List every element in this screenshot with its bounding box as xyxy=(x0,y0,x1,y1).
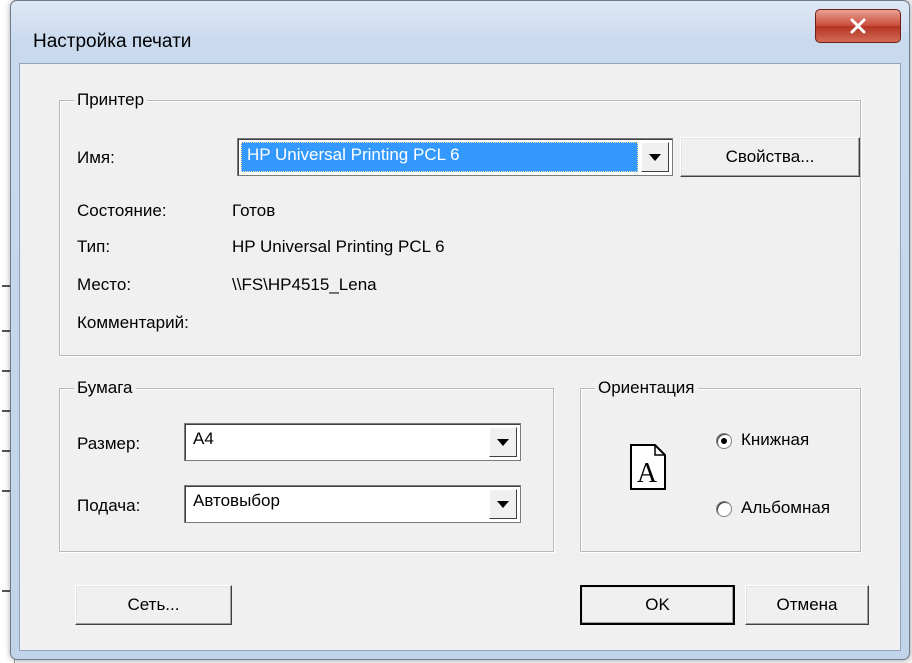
background-text-fragment xyxy=(2,370,10,372)
printer-type-label: Тип: xyxy=(77,237,111,256)
paper-size-dropdown-button[interactable] xyxy=(489,427,517,457)
radio-selected-dot xyxy=(721,438,727,444)
printer-type-value: HP Universal Printing PCL 6 xyxy=(232,237,445,256)
paper-size-select[interactable]: A4 xyxy=(184,423,521,461)
printer-location-value: \\FS\HP4515_Lena xyxy=(232,275,377,294)
network-button[interactable]: Сеть... xyxy=(75,585,232,625)
chevron-down-icon xyxy=(649,153,661,161)
portrait-label[interactable]: Книжная xyxy=(741,430,809,450)
landscape-radio[interactable] xyxy=(716,501,732,517)
paper-group-legend: Бумага xyxy=(74,377,136,399)
printer-group: Принтер Имя: HP Universal Printing PCL 6… xyxy=(59,89,861,356)
printer-location-label: Место: xyxy=(77,275,132,294)
paper-size-value: A4 xyxy=(193,429,214,448)
printer-name-dropdown-button[interactable] xyxy=(641,142,669,172)
printer-status-value: Готов xyxy=(232,201,276,220)
close-button[interactable] xyxy=(815,9,901,43)
printer-comment-label: Комментарий: xyxy=(77,313,189,332)
orientation-group: Ориентация A Книжная Альбомная xyxy=(580,377,861,552)
background-text-fragment xyxy=(2,450,10,452)
landscape-label[interactable]: Альбомная xyxy=(741,498,830,518)
orientation-group-legend: Ориентация xyxy=(595,377,698,399)
background-text-fragment xyxy=(2,285,10,287)
printer-name-select[interactable]: HP Universal Printing PCL 6 xyxy=(237,138,673,176)
chevron-down-icon xyxy=(497,500,509,508)
print-setup-dialog: Настройка печати Принтер Имя: HP Univers… xyxy=(10,0,910,660)
printer-group-legend: Принтер xyxy=(74,89,148,111)
paper-group: Бумага Размер: A4 Подача: Автовыбор xyxy=(59,377,554,552)
page-icon-letter: A xyxy=(637,458,658,489)
portrait-radio[interactable] xyxy=(716,433,732,449)
cancel-button[interactable]: Отмена xyxy=(745,585,869,625)
portrait-page-icon: A xyxy=(630,444,666,490)
paper-source-dropdown-button[interactable] xyxy=(489,489,517,519)
paper-source-select[interactable]: Автовыбор xyxy=(184,485,521,523)
dialog-title: Настройка печати xyxy=(33,31,192,52)
paper-source-value: Автовыбор xyxy=(193,491,280,510)
background-text-fragment xyxy=(2,410,10,412)
background-text-fragment xyxy=(2,490,10,492)
printer-name-label: Имя: xyxy=(77,148,115,167)
paper-source-label: Подача: xyxy=(77,496,141,515)
properties-button[interactable]: Свойства... xyxy=(680,137,860,177)
printer-status-label: Состояние: xyxy=(77,201,167,220)
printer-name-value: HP Universal Printing PCL 6 xyxy=(241,142,638,172)
close-icon xyxy=(850,18,866,34)
ok-button[interactable]: OK xyxy=(580,585,735,625)
chevron-down-icon xyxy=(497,438,509,446)
paper-size-label: Размер: xyxy=(77,434,141,453)
background-text-fragment xyxy=(2,330,10,332)
background-text-fragment xyxy=(2,590,10,592)
dialog-client-area: Принтер Имя: HP Universal Printing PCL 6… xyxy=(19,63,901,651)
